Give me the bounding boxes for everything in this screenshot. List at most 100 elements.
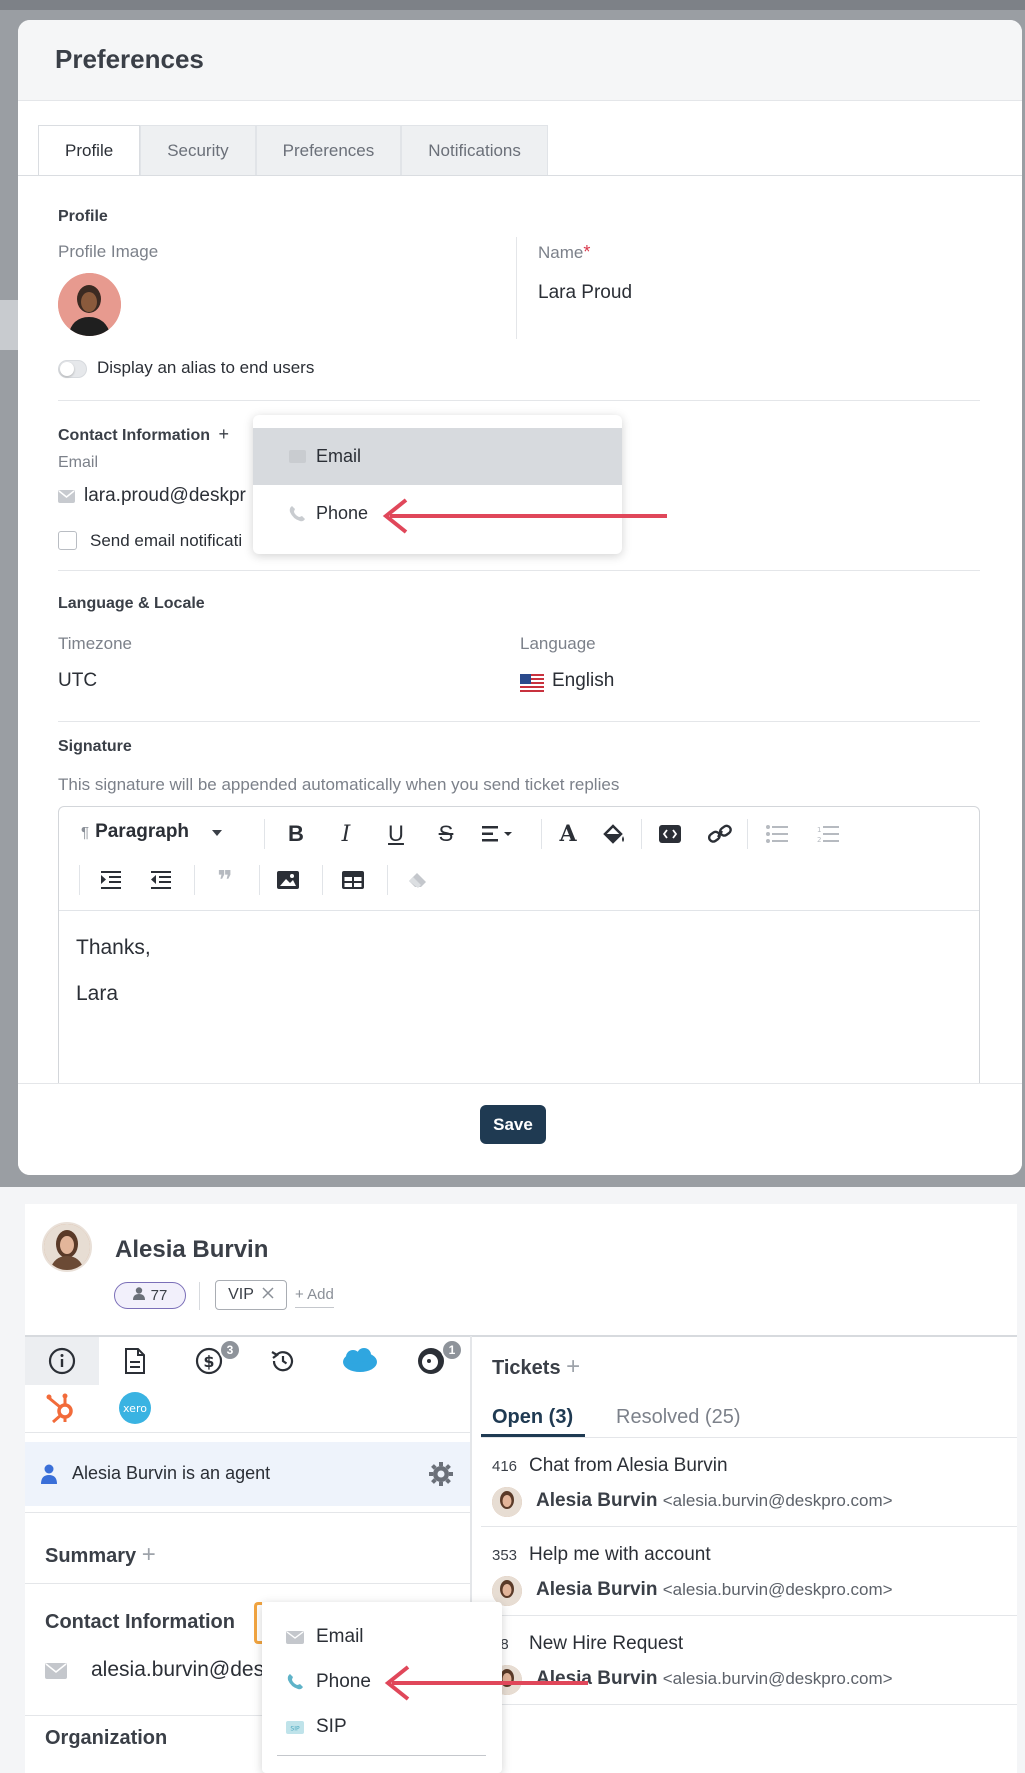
section-divider bbox=[58, 400, 980, 401]
pilcrow-icon: ¶ bbox=[81, 823, 90, 841]
user-avatar[interactable] bbox=[42, 1222, 92, 1272]
ticket-user: Alesia Burvin <alesia.burvin@deskpro.com… bbox=[536, 1579, 893, 1601]
tab-profile[interactable]: Profile bbox=[38, 125, 141, 176]
add-summary-button[interactable]: + bbox=[142, 1541, 156, 1568]
toolbar-separator bbox=[264, 819, 265, 849]
ticket-subject[interactable]: New Hire Request bbox=[529, 1633, 683, 1655]
tag-label: VIP bbox=[228, 1286, 254, 1303]
paragraph-style-label: Paragraph bbox=[95, 821, 190, 842]
ticket-divider bbox=[481, 1526, 1017, 1527]
phone-icon bbox=[287, 504, 307, 524]
user-count-pill[interactable]: 77 bbox=[114, 1282, 186, 1309]
ticket-user-email: <alesia.burvin@deskpro.com> bbox=[662, 1491, 893, 1510]
tag-vip[interactable]: VIP bbox=[215, 1280, 287, 1310]
history-icon[interactable] bbox=[266, 1344, 300, 1378]
bold-icon[interactable]: B bbox=[281, 819, 311, 849]
blockquote-icon[interactable]: ❞ bbox=[210, 865, 240, 895]
text-color-icon[interactable]: A bbox=[553, 819, 583, 849]
dropdown-item-label: SIP bbox=[316, 1716, 347, 1737]
table-icon[interactable] bbox=[338, 865, 368, 895]
paragraph-style-select[interactable]: ¶ Paragraph bbox=[81, 821, 223, 843]
header-separator bbox=[199, 1282, 200, 1310]
code-block-icon[interactable] bbox=[655, 819, 685, 849]
tab-notifications[interactable]: Notifications bbox=[401, 125, 548, 175]
dropdown-item-label: Email bbox=[316, 1626, 364, 1647]
italic-icon[interactable]: I bbox=[331, 819, 361, 849]
outdent-icon[interactable] bbox=[146, 865, 176, 895]
alias-toggle[interactable] bbox=[58, 360, 87, 378]
eraser-icon[interactable] bbox=[403, 865, 433, 895]
ticket-user-name: Alesia Burvin bbox=[536, 1579, 658, 1600]
ticket-subject[interactable]: Chat from Alesia Burvin bbox=[529, 1455, 728, 1477]
tab-preferences[interactable]: Preferences bbox=[255, 125, 402, 175]
section-divider bbox=[25, 1583, 470, 1584]
signature-hint: This signature will be appended automati… bbox=[58, 775, 620, 794]
close-icon[interactable] bbox=[262, 1286, 274, 1304]
add-contact-button[interactable]: + bbox=[218, 424, 229, 444]
mailchimp-badge: 1 bbox=[441, 1339, 463, 1361]
tab-bar: Profile Security Preferences Notificatio… bbox=[38, 125, 548, 176]
dropdown-item-label: Email bbox=[316, 446, 362, 466]
alias-toggle-label: Display an alias to end users bbox=[97, 358, 315, 377]
ticket-user-name: Alesia Burvin bbox=[536, 1490, 658, 1511]
xero-icon[interactable]: xero bbox=[118, 1391, 152, 1425]
email-value[interactable]: lara.proud@deskpr bbox=[84, 485, 246, 507]
toolbar-separator bbox=[641, 819, 642, 849]
signature-line: Thanks, bbox=[76, 936, 151, 959]
user-count: 77 bbox=[150, 1287, 168, 1304]
tab-open-tickets[interactable]: Open (3) bbox=[492, 1406, 573, 1429]
underline-icon[interactable]: U bbox=[381, 819, 411, 849]
email-icon bbox=[286, 1628, 304, 1646]
user-email-value[interactable]: alesia.burvin@des bbox=[91, 1658, 264, 1682]
hubspot-icon[interactable] bbox=[45, 1391, 79, 1425]
language-value[interactable]: English bbox=[552, 670, 614, 692]
phone-icon bbox=[286, 1673, 304, 1691]
numbered-list-icon[interactable]: 12 bbox=[813, 819, 843, 849]
notify-checkbox[interactable] bbox=[58, 531, 77, 550]
add-tag-button[interactable]: + Add bbox=[295, 1286, 334, 1308]
modal-title: Preferences bbox=[55, 44, 204, 74]
ticket-row[interactable]: 353 Help me with account Alesia Burvin <… bbox=[481, 1537, 1017, 1615]
align-icon[interactable] bbox=[479, 819, 519, 849]
contact-info-title: Contact Information bbox=[45, 1611, 235, 1633]
info-icon[interactable] bbox=[45, 1344, 79, 1378]
email-icon bbox=[58, 490, 75, 508]
image-icon[interactable] bbox=[273, 865, 303, 895]
email-icon bbox=[45, 1663, 67, 1684]
editor-toolbar: ¶ Paragraph B I U S A 1 2 ❞ bbox=[59, 807, 979, 911]
ticket-row[interactable]: 416 Chat from Alesia Burvin Alesia Burvi… bbox=[481, 1448, 1017, 1526]
salesforce-icon[interactable] bbox=[340, 1344, 380, 1378]
document-icon[interactable] bbox=[118, 1344, 152, 1378]
save-button[interactable]: Save bbox=[480, 1105, 546, 1144]
toolbar-separator bbox=[322, 865, 323, 895]
add-contact-button[interactable] bbox=[254, 1602, 262, 1644]
header-divider bbox=[25, 1335, 1017, 1337]
timezone-label: Timezone bbox=[58, 634, 133, 653]
profile-avatar[interactable] bbox=[58, 273, 121, 336]
svg-text:1: 1 bbox=[817, 826, 821, 834]
dropdown-item-email[interactable]: Email bbox=[286, 1626, 364, 1648]
fill-color-icon[interactable] bbox=[599, 819, 629, 849]
ticket-user-email: <alesia.burvin@deskpro.com> bbox=[662, 1669, 893, 1688]
sip-icon: SIP bbox=[286, 1718, 304, 1736]
indent-icon[interactable] bbox=[96, 865, 126, 895]
gear-icon[interactable] bbox=[428, 1461, 454, 1492]
name-value[interactable]: Lara Proud bbox=[538, 282, 632, 304]
ticket-id: 353 bbox=[492, 1547, 518, 1564]
dropdown-item-email[interactable]: Email bbox=[253, 428, 622, 485]
strikethrough-icon[interactable]: S bbox=[431, 819, 461, 849]
dropdown-item-sip[interactable]: SIP SIP bbox=[286, 1716, 347, 1738]
dropdown-item-phone[interactable]: Phone bbox=[286, 1671, 371, 1693]
add-ticket-button[interactable]: + bbox=[566, 1353, 580, 1380]
person-icon bbox=[132, 1287, 145, 1304]
modal-footer: Save bbox=[18, 1083, 1022, 1175]
tabs-divider bbox=[18, 175, 1022, 176]
tab-security[interactable]: Security bbox=[140, 125, 256, 175]
ticket-subject[interactable]: Help me with account bbox=[529, 1544, 711, 1566]
tab-resolved-tickets[interactable]: Resolved (25) bbox=[616, 1406, 741, 1429]
bullet-list-icon[interactable] bbox=[762, 819, 792, 849]
signature-body[interactable]: Thanks, Lara bbox=[76, 925, 151, 1017]
pointer-arrow bbox=[384, 1665, 588, 1701]
timezone-value[interactable]: UTC bbox=[58, 670, 97, 692]
link-icon[interactable] bbox=[705, 819, 735, 849]
